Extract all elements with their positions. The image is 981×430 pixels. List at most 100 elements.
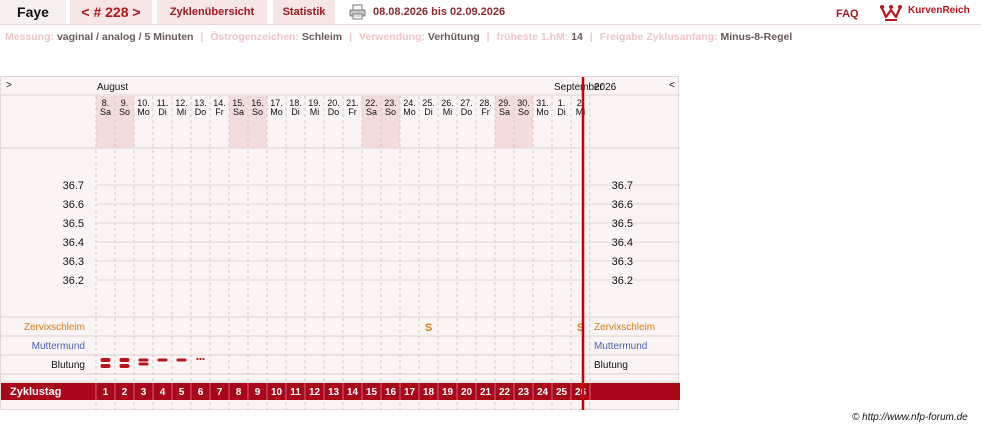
crown-logo-icon xyxy=(880,5,902,21)
weekday-label: Do xyxy=(461,107,473,117)
estrogen-value: Schleim xyxy=(301,31,343,43)
cycle-day-number: 3 xyxy=(141,387,147,398)
weekday-label: So xyxy=(119,107,130,117)
temp-tick-right: 36.6 xyxy=(612,199,633,211)
bleeding-light-mark xyxy=(176,358,187,362)
prev-arrow: > xyxy=(6,80,12,91)
temp-tick-right: 36.4 xyxy=(612,237,633,249)
weekday-label: Sa xyxy=(100,107,111,117)
profile-name-tab[interactable]: Faye xyxy=(0,0,66,24)
cycle-day-number: 22 xyxy=(499,387,511,398)
weekday-label: Mo xyxy=(137,107,150,117)
footer-copyright[interactable]: © http://www.nfp-forum.de xyxy=(852,412,968,423)
date-range: 08.08.2026 bis 02.09.2026 xyxy=(373,6,506,18)
temp-tick-left: 36.2 xyxy=(63,275,84,287)
printer-icon[interactable] xyxy=(349,4,366,20)
release-value: Minus-8-Regel xyxy=(720,31,793,43)
weekday-label: Fr xyxy=(215,107,224,117)
year-label: 2026 xyxy=(594,82,617,93)
usage-label: Verwendung: xyxy=(358,31,425,43)
cycle-day-number: 24 xyxy=(537,387,549,398)
temp-tick-right: 36.3 xyxy=(612,256,633,268)
cycle-day-number: 11 xyxy=(290,387,301,398)
weekday-label: Fr xyxy=(348,107,357,117)
bleeding-spotting-mark xyxy=(202,357,205,361)
weekday-label: Di xyxy=(557,107,566,117)
top-bar: Faye < # 228 > Zyklenübersicht Statistik… xyxy=(0,0,981,25)
statistics-tab[interactable]: Statistik xyxy=(273,0,335,24)
faq-link[interactable]: FAQ xyxy=(836,8,859,20)
cycle-day-number: 12 xyxy=(309,387,321,398)
temp-tick-left: 36.5 xyxy=(63,218,84,230)
cervix-label-right: Zervixschleim xyxy=(594,322,655,333)
weekday-label: So xyxy=(518,107,529,117)
cycle-day-number: 18 xyxy=(423,387,435,398)
cycle-day-number: 26 xyxy=(575,387,587,398)
separator: | xyxy=(589,31,593,43)
os-label-left: Muttermund xyxy=(32,341,85,352)
weekday-label: So xyxy=(385,107,396,117)
cycle-day-number: 20 xyxy=(461,387,473,398)
weekday-label: Sa xyxy=(233,107,244,117)
os-label-right: Muttermund xyxy=(594,341,647,352)
bleeding-medium-mark xyxy=(138,358,149,362)
measurement-value: vaginal / analog / 5 Minuten xyxy=(56,31,194,43)
bleeding-medium-mark xyxy=(138,362,149,366)
weekday-label: Mo xyxy=(403,107,416,117)
cycle-overview-tab[interactable]: Zyklenübersicht xyxy=(157,0,267,24)
cycle-day-number: 6 xyxy=(198,387,204,398)
weekday-label: So xyxy=(252,107,263,117)
temp-tick-right: 36.7 xyxy=(612,180,633,192)
cycle-chart: 36.7 36.7 36.6 36.6 36.5 36.5 36.4 36.4 36.3 36.3… xyxy=(0,76,680,410)
cycle-day-number: 21 xyxy=(480,387,492,398)
temp-tick-right: 36.2 xyxy=(612,275,633,287)
cycle-day-number: 16 xyxy=(385,387,397,398)
cycle-day-number: 7 xyxy=(217,387,223,398)
cycle-day-number: 8 xyxy=(236,387,242,398)
bleeding-spotting-mark xyxy=(199,357,202,361)
earliest-label: früheste 1.hM: xyxy=(496,31,569,43)
temp-tick-left: 36.6 xyxy=(63,199,84,211)
weekday-label: Di xyxy=(158,107,167,117)
cycle-settings-line: Messung: vaginal / analog / 5 Minuten | … xyxy=(5,31,792,43)
weekday-label: Mi xyxy=(177,107,187,117)
bleeding-label-left: Blutung xyxy=(51,360,85,371)
earliest-value: 14 xyxy=(571,31,583,43)
weekday-label: Sa xyxy=(499,107,510,117)
release-label: Freigabe Zyklusanfang: xyxy=(599,31,718,43)
cycle-nav-tab[interactable]: < # 228 > xyxy=(70,0,152,24)
brand-name: KurvenReich xyxy=(908,5,970,16)
separator: | xyxy=(200,31,204,43)
cycle-day-number: 9 xyxy=(255,387,261,398)
cycle-day-number: 19 xyxy=(442,387,454,398)
bleeding-heavy-mark xyxy=(100,364,111,368)
weekday-label: Di xyxy=(424,107,433,117)
usage-value: Verhütung xyxy=(427,31,480,43)
cycle-day-label: Zyklustag xyxy=(10,386,61,398)
cycle-day-number: 10 xyxy=(271,387,283,398)
weekday-label: Do xyxy=(328,107,340,117)
weekday-label: Mi xyxy=(443,107,453,117)
weekday-label: Mo xyxy=(536,107,549,117)
temp-tick-left: 36.4 xyxy=(63,237,84,249)
estrogen-label: Östrogenzeichen: xyxy=(210,31,299,43)
separator: | xyxy=(349,31,353,43)
weekday-label: Mo xyxy=(270,107,283,117)
bleeding-light-mark xyxy=(157,358,168,362)
weekday-label: Di xyxy=(291,107,300,117)
temp-tick-left: 36.3 xyxy=(63,256,84,268)
temp-tick-left: 36.7 xyxy=(63,180,84,192)
bleeding-heavy-mark xyxy=(119,358,130,362)
bleeding-spotting-mark xyxy=(196,357,199,361)
next-arrow: < xyxy=(669,80,675,91)
cycle-day-number: 1 xyxy=(103,387,109,398)
weekday-label: Do xyxy=(195,107,207,117)
cycle-day-number: 14 xyxy=(347,387,359,398)
cycle-day-number: 4 xyxy=(160,387,166,398)
bleeding-label-right: Blutung xyxy=(594,360,628,371)
cycle-day-number: 25 xyxy=(556,387,568,398)
cycle-chart-svg: 36.7 36.7 36.6 36.6 36.5 36.5 36.4 36.4 36.3 36.3… xyxy=(1,77,680,410)
measurement-label: Messung: xyxy=(5,31,55,43)
cycle-day-number: 5 xyxy=(179,387,185,398)
weekday-label: Fr xyxy=(481,107,490,117)
